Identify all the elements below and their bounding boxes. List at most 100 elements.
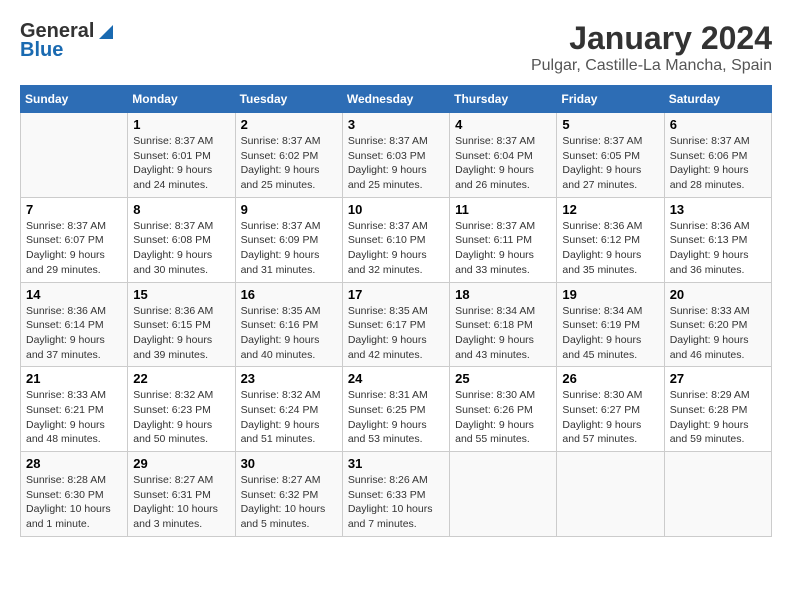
day-info: Sunrise: 8:27 AMSunset: 6:32 PMDaylight:… bbox=[241, 473, 337, 532]
day-number: 1 bbox=[133, 117, 229, 132]
day-info: Sunrise: 8:36 AMSunset: 6:15 PMDaylight:… bbox=[133, 304, 229, 363]
day-info: Sunrise: 8:36 AMSunset: 6:13 PMDaylight:… bbox=[670, 219, 766, 278]
day-info: Sunrise: 8:28 AMSunset: 6:30 PMDaylight:… bbox=[26, 473, 122, 532]
day-number: 17 bbox=[348, 287, 444, 302]
header-day: Thursday bbox=[450, 86, 557, 113]
calendar-week-row: 21Sunrise: 8:33 AMSunset: 6:21 PMDayligh… bbox=[21, 367, 772, 452]
day-info: Sunrise: 8:33 AMSunset: 6:21 PMDaylight:… bbox=[26, 388, 122, 447]
day-number: 6 bbox=[670, 117, 766, 132]
day-number: 29 bbox=[133, 456, 229, 471]
page-title: January 2024 bbox=[531, 20, 772, 57]
calendar-cell: 25 Sunrise: 8:30 AMSunset: 6:26 PMDayligh… bbox=[450, 367, 557, 452]
calendar-cell: 27Sunrise: 8:29 AMSunset: 6:28 PMDayligh… bbox=[664, 367, 771, 452]
day-number: 12 bbox=[562, 202, 658, 217]
header-day: Tuesday bbox=[235, 86, 342, 113]
calendar-cell: 4Sunrise: 8:37 AMSunset: 6:04 PMDaylight… bbox=[450, 113, 557, 198]
header-row: SundayMondayTuesdayWednesdayThursdayFrid… bbox=[21, 86, 772, 113]
day-info: Sunrise: 8:31 AMSunset: 6:25 PMDaylight:… bbox=[348, 388, 444, 447]
day-info: Sunrise: 8:34 AMSunset: 6:18 PMDaylight:… bbox=[455, 304, 551, 363]
calendar-cell: 23 Sunrise: 8:32 AMSunset: 6:24 PMDayligh… bbox=[235, 367, 342, 452]
day-info: Sunrise: 8:34 AMSunset: 6:19 PMDaylight:… bbox=[562, 304, 658, 363]
calendar-cell: 29 Sunrise: 8:27 AMSunset: 6:31 PMDayligh… bbox=[128, 452, 235, 537]
header-day: Saturday bbox=[664, 86, 771, 113]
day-number: 11 bbox=[455, 202, 551, 217]
day-info: Sunrise: 8:37 AMSunset: 6:01 PMDaylight:… bbox=[133, 134, 229, 193]
calendar-cell: 8 Sunrise: 8:37 AMSunset: 6:08 PMDaylight… bbox=[128, 197, 235, 282]
day-info: Sunrise: 8:37 AMSunset: 6:07 PMDaylight:… bbox=[26, 219, 122, 278]
day-info: Sunrise: 8:30 AMSunset: 6:26 PMDaylight:… bbox=[455, 388, 551, 447]
day-number: 19 bbox=[562, 287, 658, 302]
day-number: 23 bbox=[241, 371, 337, 386]
day-number: 13 bbox=[670, 202, 766, 217]
day-number: 15 bbox=[133, 287, 229, 302]
calendar-cell: 26 Sunrise: 8:30 AMSunset: 6:27 PMDayligh… bbox=[557, 367, 664, 452]
page-header: General Blue January 2024 Pulgar, Castil… bbox=[20, 20, 772, 75]
calendar-cell: 17 Sunrise: 8:35 AMSunset: 6:17 PMDayligh… bbox=[342, 282, 449, 367]
day-info: Sunrise: 8:32 AMSunset: 6:23 PMDaylight:… bbox=[133, 388, 229, 447]
calendar-cell bbox=[450, 452, 557, 537]
day-info: Sunrise: 8:35 AMSunset: 6:17 PMDaylight:… bbox=[348, 304, 444, 363]
day-info: Sunrise: 8:37 AMSunset: 6:08 PMDaylight:… bbox=[133, 219, 229, 278]
calendar-cell: 19 Sunrise: 8:34 AMSunset: 6:19 PMDayligh… bbox=[557, 282, 664, 367]
header-day: Monday bbox=[128, 86, 235, 113]
day-info: Sunrise: 8:37 AMSunset: 6:10 PMDaylight:… bbox=[348, 219, 444, 278]
calendar-cell: 13 Sunrise: 8:36 AMSunset: 6:13 PMDayligh… bbox=[664, 197, 771, 282]
calendar-cell: 24 Sunrise: 8:31 AMSunset: 6:25 PMDayligh… bbox=[342, 367, 449, 452]
day-number: 25 bbox=[455, 371, 551, 386]
header-day: Friday bbox=[557, 86, 664, 113]
logo-blue: Blue bbox=[20, 39, 63, 62]
calendar-cell: 11 Sunrise: 8:37 AMSunset: 6:11 PMDayligh… bbox=[450, 197, 557, 282]
day-info: Sunrise: 8:30 AMSunset: 6:27 PMDaylight:… bbox=[562, 388, 658, 447]
day-info: Sunrise: 8:37 AMSunset: 6:03 PMDaylight:… bbox=[348, 134, 444, 193]
day-info: Sunrise: 8:32 AMSunset: 6:24 PMDaylight:… bbox=[241, 388, 337, 447]
calendar-cell: 28 Sunrise: 8:28 AMSunset: 6:30 PMDayligh… bbox=[21, 452, 128, 537]
day-info: Sunrise: 8:37 AMSunset: 6:09 PMDaylight:… bbox=[241, 219, 337, 278]
day-number: 8 bbox=[133, 202, 229, 217]
calendar-cell: 15 Sunrise: 8:36 AMSunset: 6:15 PMDayligh… bbox=[128, 282, 235, 367]
day-info: Sunrise: 8:37 AMSunset: 6:11 PMDaylight:… bbox=[455, 219, 551, 278]
day-number: 4 bbox=[455, 117, 551, 132]
calendar-cell: 31 Sunrise: 8:26 AMSunset: 6:33 PMDayligh… bbox=[342, 452, 449, 537]
day-number: 18 bbox=[455, 287, 551, 302]
day-info: Sunrise: 8:37 AMSunset: 6:05 PMDaylight:… bbox=[562, 134, 658, 193]
calendar-cell bbox=[664, 452, 771, 537]
page-subtitle: Pulgar, Castille-La Mancha, Spain bbox=[531, 57, 772, 75]
day-number: 5 bbox=[562, 117, 658, 132]
calendar-cell: 20Sunrise: 8:33 AMSunset: 6:20 PMDayligh… bbox=[664, 282, 771, 367]
header-day: Wednesday bbox=[342, 86, 449, 113]
day-info: Sunrise: 8:27 AMSunset: 6:31 PMDaylight:… bbox=[133, 473, 229, 532]
day-info: Sunrise: 8:26 AMSunset: 6:33 PMDaylight:… bbox=[348, 473, 444, 532]
day-number: 24 bbox=[348, 371, 444, 386]
day-number: 7 bbox=[26, 202, 122, 217]
day-info: Sunrise: 8:36 AMSunset: 6:14 PMDaylight:… bbox=[26, 304, 122, 363]
day-number: 30 bbox=[241, 456, 337, 471]
calendar-week-row: 7 Sunrise: 8:37 AMSunset: 6:07 PMDaylight… bbox=[21, 197, 772, 282]
day-number: 9 bbox=[241, 202, 337, 217]
day-number: 3 bbox=[348, 117, 444, 132]
calendar-cell: 6 Sunrise: 8:37 AMSunset: 6:06 PMDaylight… bbox=[664, 113, 771, 198]
calendar-week-row: 14 Sunrise: 8:36 AMSunset: 6:14 PMDayligh… bbox=[21, 282, 772, 367]
day-info: Sunrise: 8:29 AMSunset: 6:28 PMDaylight:… bbox=[670, 388, 766, 447]
calendar-week-row: 28 Sunrise: 8:28 AMSunset: 6:30 PMDayligh… bbox=[21, 452, 772, 537]
calendar-cell bbox=[557, 452, 664, 537]
calendar-cell: 3 Sunrise: 8:37 AMSunset: 6:03 PMDaylight… bbox=[342, 113, 449, 198]
title-block: January 2024 Pulgar, Castille-La Mancha,… bbox=[531, 20, 772, 75]
calendar-cell: 7 Sunrise: 8:37 AMSunset: 6:07 PMDaylight… bbox=[21, 197, 128, 282]
calendar-cell: 21Sunrise: 8:33 AMSunset: 6:21 PMDayligh… bbox=[21, 367, 128, 452]
day-number: 22 bbox=[133, 371, 229, 386]
day-number: 31 bbox=[348, 456, 444, 471]
day-number: 16 bbox=[241, 287, 337, 302]
calendar-cell: 14 Sunrise: 8:36 AMSunset: 6:14 PMDayligh… bbox=[21, 282, 128, 367]
calendar-cell: 10Sunrise: 8:37 AMSunset: 6:10 PMDayligh… bbox=[342, 197, 449, 282]
day-number: 20 bbox=[670, 287, 766, 302]
day-number: 14 bbox=[26, 287, 122, 302]
day-info: Sunrise: 8:36 AMSunset: 6:12 PMDaylight:… bbox=[562, 219, 658, 278]
day-number: 28 bbox=[26, 456, 122, 471]
day-number: 26 bbox=[562, 371, 658, 386]
calendar-cell: 16Sunrise: 8:35 AMSunset: 6:16 PMDayligh… bbox=[235, 282, 342, 367]
calendar-cell: 5 Sunrise: 8:37 AMSunset: 6:05 PMDaylight… bbox=[557, 113, 664, 198]
calendar-cell: 30 Sunrise: 8:27 AMSunset: 6:32 PMDayligh… bbox=[235, 452, 342, 537]
logo-triangle-icon bbox=[95, 21, 113, 39]
calendar-cell: 22 Sunrise: 8:32 AMSunset: 6:23 PMDayligh… bbox=[128, 367, 235, 452]
day-info: Sunrise: 8:37 AMSunset: 6:06 PMDaylight:… bbox=[670, 134, 766, 193]
